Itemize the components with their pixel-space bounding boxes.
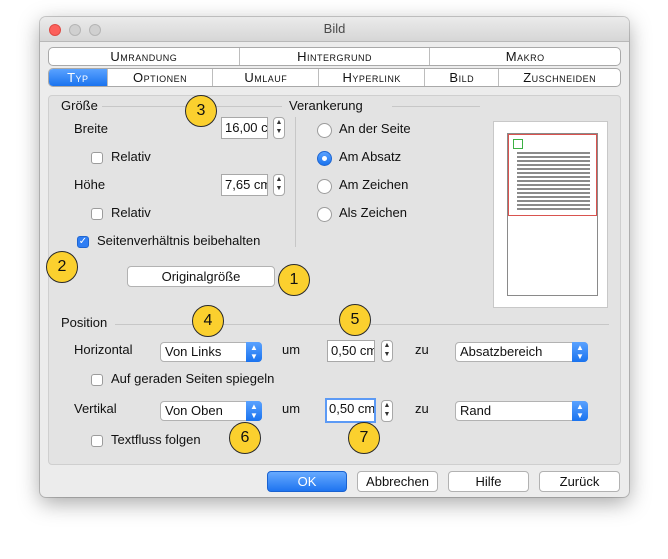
height-relative-label: Relativ <box>111 205 151 220</box>
tab-row-1: Umrandung Hintergrund Makro <box>48 47 621 66</box>
anchor-preview <box>493 121 608 308</box>
preview-text-line <box>517 156 590 158</box>
help-button[interactable]: Hilfe <box>448 471 529 492</box>
horizontal-label: Horizontal <box>74 342 133 357</box>
height-input[interactable]: 7,65 cm <box>221 174 268 196</box>
anchor-option-as-char: Als Zeichen <box>339 205 407 220</box>
vertical-stepper-icon[interactable]: ▲ ▼ <box>381 400 393 422</box>
width-input[interactable]: 16,00 c <box>221 117 268 139</box>
vertical-select-value: Von Oben <box>165 403 223 418</box>
preview-text-line <box>517 184 590 186</box>
keep-ratio-label: Seitenverhältnis beibehalten <box>97 233 261 248</box>
tab-typ[interactable]: Typ <box>49 69 108 86</box>
radio-am-absatz[interactable] <box>317 151 332 166</box>
horizontal-to-value: Absatzbereich <box>460 344 543 359</box>
callout-badge-7: 7 <box>348 422 380 454</box>
tab-umlauf[interactable]: Umlauf <box>213 69 320 86</box>
preview-text-line <box>517 164 590 166</box>
preview-text-line <box>517 196 590 198</box>
anchor-option-paragraph: Am Absatz <box>339 149 402 164</box>
mirror-checkbox[interactable] <box>91 374 103 386</box>
width-relative-label: Relativ <box>111 149 151 164</box>
preview-text-line <box>517 160 590 162</box>
tab-hintergrund[interactable]: Hintergrund <box>240 48 431 65</box>
horizontal-to-select[interactable]: Absatzbereich ▲ ▼ <box>455 342 588 362</box>
keep-ratio-checkbox[interactable]: ✓ <box>77 236 89 248</box>
height-stepper-icon[interactable]: ▲ ▼ <box>273 174 285 196</box>
follow-text-label: Textfluss folgen <box>111 432 201 447</box>
horizontal-stepper-icon[interactable]: ▲ ▼ <box>381 340 393 362</box>
anchor-option-page: An der Seite <box>339 121 411 136</box>
preview-page <box>507 133 598 296</box>
tab-hyperlink[interactable]: Hyperlink <box>319 69 426 86</box>
vertical-zu-label: zu <box>415 401 429 416</box>
cancel-button[interactable]: Abbrechen <box>357 471 438 492</box>
preview-text-line <box>517 192 590 194</box>
tab-zuschneiden[interactable]: Zuschneiden <box>499 69 620 86</box>
anchor-heading: Verankerung <box>289 98 363 113</box>
tab-bild[interactable]: Bild <box>425 69 500 86</box>
horizontal-zu-label: zu <box>415 342 429 357</box>
ok-button[interactable]: OK <box>267 471 347 492</box>
dialog-window: Bild Umrandung Hintergrund Makro Typ Opt… <box>40 17 629 497</box>
window-title: Bild <box>323 21 346 36</box>
callout-badge-6: 6 <box>229 422 261 454</box>
tab-optionen[interactable]: Optionen <box>108 69 214 86</box>
preview-text-line <box>517 208 590 210</box>
horizontal-um-label: um <box>282 342 301 357</box>
preview-paragraph-frame <box>508 134 597 216</box>
width-relative-checkbox[interactable] <box>91 152 103 164</box>
radio-an-der-seite[interactable] <box>317 123 332 138</box>
title-bar[interactable]: Bild <box>40 17 629 42</box>
radio-am-zeichen[interactable] <box>317 179 332 194</box>
vertical-offset-input[interactable]: 0,50 cm <box>325 398 376 423</box>
position-heading: Position <box>61 315 108 330</box>
height-label: Höhe <box>74 177 106 192</box>
preview-text-line <box>517 180 590 182</box>
size-heading: Größe <box>61 98 98 113</box>
section-divider <box>295 117 296 247</box>
height-relative-checkbox[interactable] <box>91 208 103 220</box>
callout-badge-4: 4 <box>192 305 224 337</box>
horizontal-select[interactable]: Von Links ▲ ▼ <box>160 342 262 362</box>
anchor-option-char: Am Zeichen <box>339 177 409 192</box>
preview-text-line <box>517 172 590 174</box>
anchor-marker-icon <box>513 139 523 149</box>
vertical-label: Vertikal <box>74 401 117 416</box>
vertical-select[interactable]: Von Oben ▲ ▼ <box>160 401 262 421</box>
preview-text-line <box>517 204 590 206</box>
width-stepper-icon[interactable]: ▲ ▼ <box>273 117 285 139</box>
chevron-updown-icon: ▲ ▼ <box>246 401 262 421</box>
preview-text-line <box>517 168 590 170</box>
tab-umrandung[interactable]: Umrandung <box>49 48 240 65</box>
preview-text-line <box>517 152 590 154</box>
checkmark-icon: ✓ <box>78 236 88 247</box>
preview-text-line <box>517 188 590 190</box>
anchor-separator <box>392 106 480 107</box>
back-button[interactable]: Zurück <box>539 471 620 492</box>
horizontal-offset-input[interactable]: 0,50 cm <box>327 340 375 362</box>
chevron-updown-icon: ▲ ▼ <box>246 342 262 362</box>
chevron-updown-icon: ▲ ▼ <box>572 401 588 421</box>
callout-badge-5: 5 <box>339 304 371 336</box>
preview-text-line <box>517 200 590 202</box>
tab-row-2: Typ Optionen Umlauf Hyperlink Bild Zusch… <box>48 68 621 87</box>
callout-badge-2: 2 <box>46 251 78 283</box>
callout-badge-1: 1 <box>278 264 310 296</box>
original-size-button[interactable]: Originalgröße <box>127 266 275 287</box>
callout-badge-3: 3 <box>185 95 217 127</box>
chevron-updown-icon: ▲ ▼ <box>572 342 588 362</box>
vertical-to-value: Rand <box>460 403 492 418</box>
vertical-um-label: um <box>282 401 301 416</box>
preview-text-line <box>517 176 590 178</box>
vertical-to-select[interactable]: Rand ▲ ▼ <box>455 401 588 421</box>
tab-makro[interactable]: Makro <box>430 48 620 65</box>
width-label: Breite <box>74 121 108 136</box>
radio-als-zeichen[interactable] <box>317 207 332 222</box>
follow-text-checkbox[interactable] <box>91 435 103 447</box>
horizontal-select-value: Von Links <box>165 344 222 359</box>
mirror-label: Auf geraden Seiten spiegeln <box>111 371 275 386</box>
